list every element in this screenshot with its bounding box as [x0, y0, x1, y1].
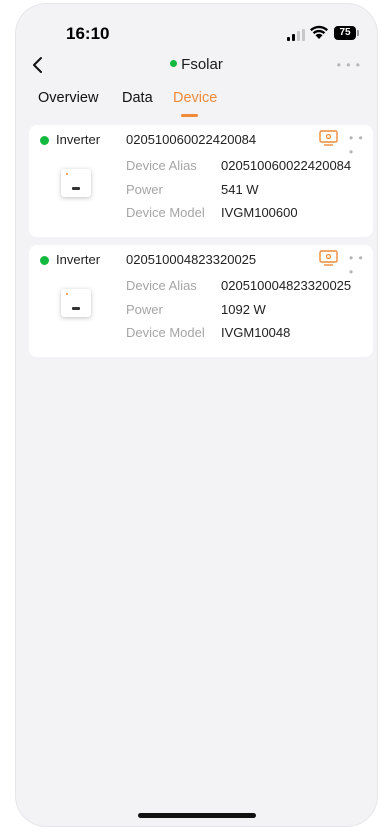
device-card[interactable]: Inverter 020510060022420084 • • • Device…	[29, 125, 373, 237]
field-value: IVGM100600	[221, 205, 298, 220]
ellipsis-icon[interactable]: • • •	[337, 58, 361, 72]
field-value: 020510060022420084	[221, 158, 352, 173]
inverter-led	[66, 293, 68, 295]
tab-overview[interactable]: Overview	[38, 90, 98, 106]
cellular-signal-icon	[287, 29, 305, 41]
inverter-led	[66, 173, 68, 175]
inverter-image	[61, 289, 91, 317]
device-type: Inverter	[56, 252, 101, 267]
plant-name: Fsolar	[181, 56, 223, 73]
field-value: 1092 W	[221, 302, 266, 317]
online-status-dot	[170, 60, 178, 67]
field-label: Device Alias	[126, 158, 197, 173]
nav-bar: Fsolar • • •	[16, 54, 377, 80]
field-label: Power	[126, 182, 163, 197]
inverter-slot	[72, 187, 80, 190]
monitor-icon[interactable]	[319, 130, 338, 146]
phone-screen: 16:10 75 Fsolar • • • Overview Data Devi…	[16, 4, 377, 826]
monitor-icon[interactable]	[319, 250, 338, 266]
tab-data[interactable]: Data	[122, 90, 153, 106]
inverter-image	[61, 169, 91, 197]
wifi-icon	[310, 25, 328, 39]
online-status-dot	[40, 136, 49, 145]
device-serial: 020510004823320025	[126, 252, 257, 267]
battery-icon: 75	[334, 26, 356, 40]
device-type: Inverter	[56, 132, 101, 147]
field-value: 020510004823320025	[221, 278, 352, 293]
field-label: Device Alias	[126, 278, 197, 293]
battery-cap	[357, 30, 359, 36]
field-value: 541 W	[221, 182, 259, 197]
status-bar: 16:10 75	[16, 4, 377, 54]
field-label: Device Model	[126, 205, 205, 220]
page-title: Fsolar	[16, 56, 377, 73]
inverter-slot	[72, 307, 80, 310]
device-card[interactable]: Inverter 020510004823320025 • • • Device…	[29, 245, 373, 357]
device-serial: 020510060022420084	[126, 132, 257, 147]
ellipsis-icon[interactable]: • • •	[349, 251, 373, 279]
field-label: Device Model	[126, 325, 205, 340]
field-value: IVGM10048	[221, 325, 291, 340]
status-time: 16:10	[66, 24, 110, 43]
tab-device[interactable]: Device	[173, 90, 217, 106]
ellipsis-icon[interactable]: • • •	[349, 131, 373, 159]
field-label: Power	[126, 302, 163, 317]
tab-bar: Overview Data Device	[16, 90, 377, 120]
home-indicator[interactable]	[138, 813, 256, 818]
tab-active-indicator	[181, 114, 198, 117]
online-status-dot	[40, 256, 49, 265]
